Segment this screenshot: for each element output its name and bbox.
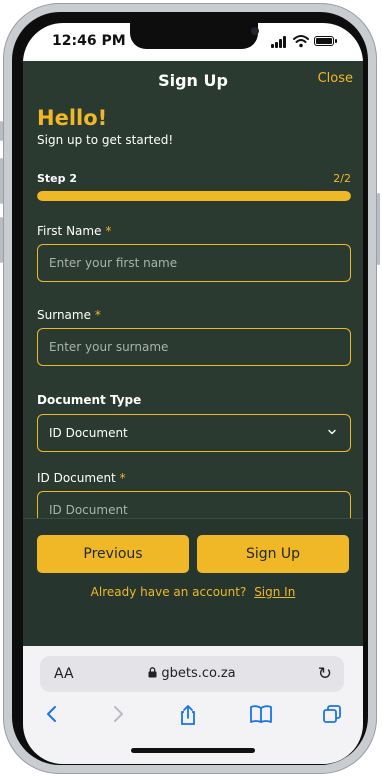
back-icon[interactable] (45, 704, 59, 724)
tabs-icon[interactable] (322, 704, 342, 724)
document-type-value: ID Document (49, 426, 128, 440)
step-progress-fill (37, 191, 351, 201)
first-name-label: First Name * (37, 224, 111, 238)
already-account-text: Already have an account? Sign In (23, 585, 363, 599)
surname-input[interactable] (37, 328, 351, 366)
bookmarks-icon[interactable] (249, 704, 273, 724)
phone-frame: 12:46 PM Sign Up Close Hello! Sign up to… (0, 3, 380, 774)
status-time: 12:46 PM (52, 33, 126, 49)
document-type-label: Document Type (37, 393, 142, 407)
status-bar: 12:46 PM (23, 23, 363, 61)
step-count: 2/2 (333, 172, 351, 185)
action-bar: Previous Sign Up Already have an account… (23, 518, 363, 647)
document-type-select[interactable]: ID Document (37, 414, 351, 452)
battery-icon (314, 36, 337, 46)
volume-up-button (0, 158, 3, 204)
browser-toolbar: AA gbets.co.za ↻ (23, 646, 363, 764)
required-mark: * (94, 308, 101, 322)
greeting-heading: Hello! (37, 106, 108, 130)
reload-icon[interactable]: ↻ (318, 664, 332, 684)
step-label: Step 2 (37, 172, 77, 185)
power-button (377, 193, 380, 265)
screen: 12:46 PM Sign Up Close Hello! Sign up to… (23, 23, 363, 764)
address-bar[interactable]: AA gbets.co.za ↻ (40, 656, 344, 692)
id-document-label: ID Document * (37, 471, 126, 485)
front-camera (251, 27, 259, 35)
surname-label: Surname * (37, 308, 101, 322)
first-name-input[interactable] (37, 244, 351, 282)
forward-icon[interactable] (111, 704, 125, 724)
sign-up-button[interactable]: Sign Up (197, 535, 349, 573)
url-display: gbets.co.za (40, 666, 344, 681)
surname-label-text: Surname (37, 308, 91, 322)
signal-icon (271, 36, 289, 48)
required-mark: * (119, 471, 126, 485)
id-document-label-text: ID Document (37, 471, 116, 485)
first-name-label-text: First Name (37, 224, 102, 238)
step-progress-bar (37, 191, 351, 201)
url-text: gbets.co.za (161, 666, 236, 681)
previous-button[interactable]: Previous (37, 535, 189, 573)
page-title: Sign Up (158, 71, 228, 90)
wifi-icon (293, 35, 309, 48)
required-mark: * (105, 224, 112, 238)
share-icon[interactable] (178, 704, 198, 726)
sign-in-link[interactable]: Sign In (254, 585, 295, 599)
volume-down-button (0, 217, 3, 263)
chevron-down-icon (328, 429, 336, 435)
silent-switch (0, 121, 3, 141)
greeting-subtitle: Sign up to get started! (37, 133, 174, 147)
lock-icon (148, 667, 157, 678)
notch (130, 23, 259, 49)
close-button[interactable]: Close (318, 71, 353, 86)
already-account-label: Already have an account? (90, 585, 247, 599)
home-indicator (131, 748, 255, 753)
